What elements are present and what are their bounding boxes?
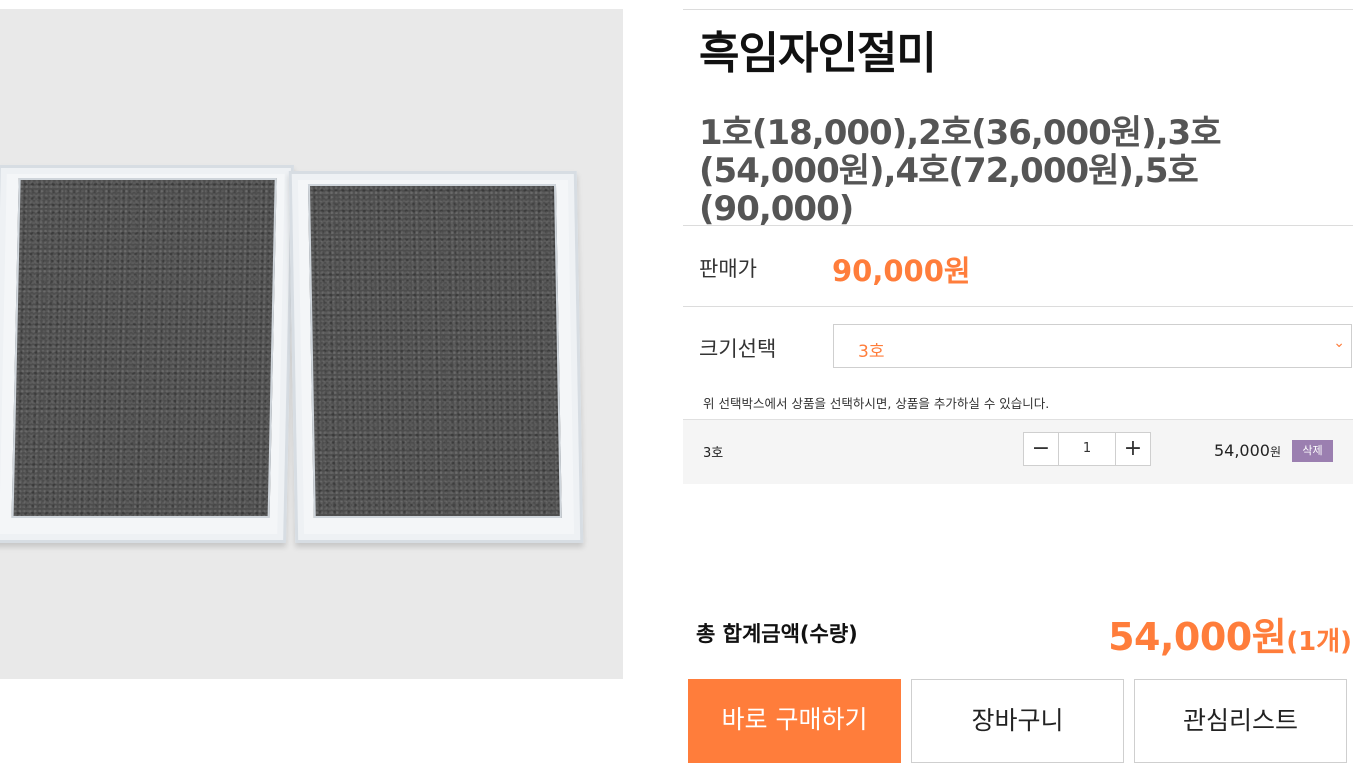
option-hint: 위 선택박스에서 상품을 선택하시면, 상품을 추가하실 수 있습니다.: [703, 396, 1050, 411]
buy-now-button[interactable]: 바로 구매하기: [688, 679, 901, 763]
quantity-increase-button[interactable]: +: [1115, 433, 1150, 465]
quantity-decrease-button[interactable]: −: [1024, 433, 1059, 465]
quantity-stepper: − 1 +: [1023, 432, 1151, 466]
delete-option-button[interactable]: 삭제: [1292, 440, 1333, 462]
product-photo-sand: [11, 178, 277, 518]
total-label: 총 합계금액(수량): [696, 622, 858, 646]
total-count: (1개): [1286, 627, 1352, 657]
selected-option-row: 3호 − 1 + 54,000원 삭제: [683, 419, 1353, 484]
option-name: 3호: [703, 446, 724, 461]
product-photo-tray-left: [0, 165, 294, 543]
product-subtitle: 1호(18,000),2호(36,000원),3호(54,000원),4호(72…: [699, 113, 1221, 229]
option-price-unit: 원: [1269, 445, 1281, 459]
divider: [683, 9, 1353, 10]
option-price-amount: 54,000: [1213, 441, 1270, 460]
divider: [683, 225, 1353, 226]
product-title: 흑임자인절미: [699, 28, 937, 79]
price-value: 90,000원: [832, 254, 971, 288]
price-label: 판매가: [699, 257, 757, 281]
size-select-value: 3호: [858, 342, 885, 362]
product-photo-sand: [307, 184, 562, 518]
chevron-down-icon: ⌄: [1333, 335, 1345, 351]
total-value: 54,000원(1개): [1108, 606, 1352, 661]
size-select-label: 크기선택: [699, 337, 777, 361]
wishlist-button[interactable]: 관심리스트: [1134, 679, 1347, 763]
product-photo-tray-right: [288, 171, 584, 543]
add-to-cart-button[interactable]: 장바구니: [911, 679, 1124, 763]
size-select[interactable]: 3호 ⌄: [833, 324, 1352, 368]
product-image: [0, 9, 623, 679]
option-line-price: 54,000원: [1214, 441, 1281, 460]
divider: [683, 306, 1353, 307]
total-amount: 54,000원: [1108, 615, 1287, 659]
quantity-input[interactable]: 1: [1058, 433, 1116, 465]
